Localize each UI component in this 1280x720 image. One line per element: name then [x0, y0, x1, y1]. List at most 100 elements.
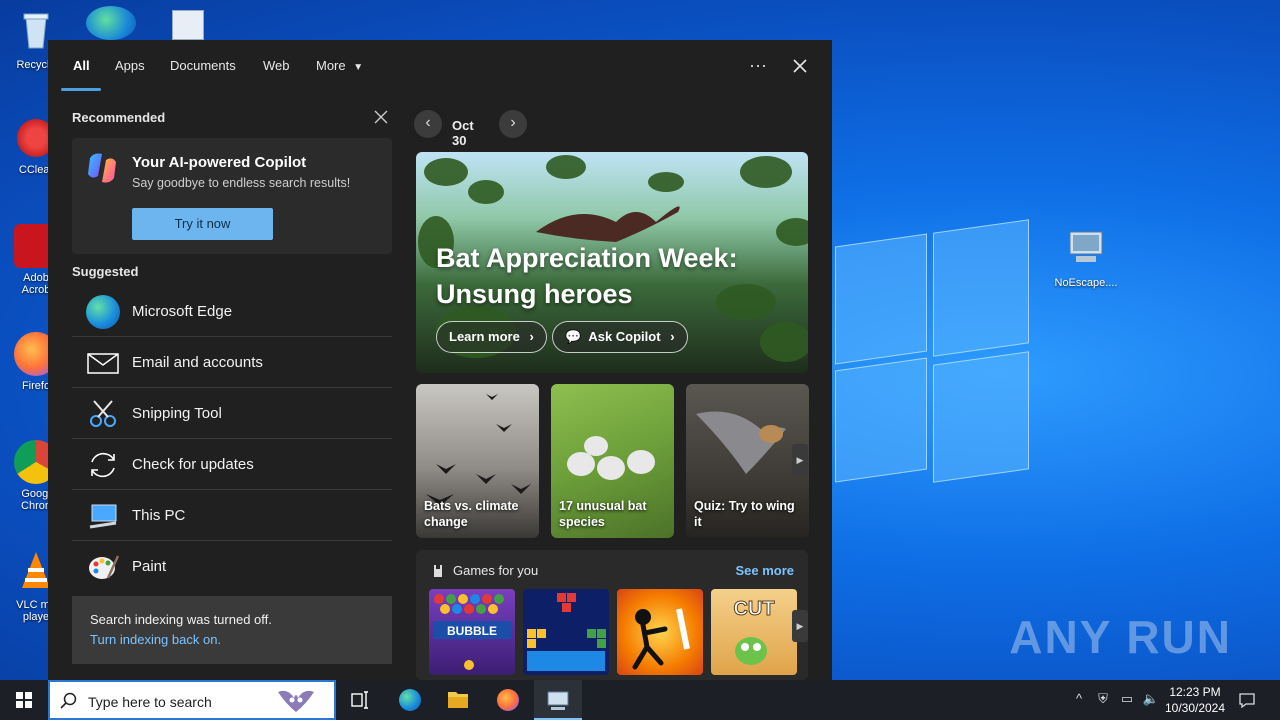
suggested-title: Suggested — [72, 264, 139, 279]
paint-icon — [89, 555, 120, 579]
taskbar: Type here to search ^ ⛨ ▭ 🔈 12:23 PM 10/… — [0, 680, 1280, 720]
refresh-icon — [91, 452, 115, 478]
taskbar-noescape[interactable] — [534, 680, 582, 720]
copilot-card-title: Your AI-powered Copilot — [132, 154, 307, 171]
suggested-list: Microsoft Edge Email and accounts Snippi… — [72, 286, 392, 592]
games-icon — [434, 565, 442, 577]
game-block-puzzle[interactable] — [523, 589, 609, 675]
notifications-icon[interactable] — [1238, 691, 1256, 709]
card-quiz[interactable]: Quiz: Try to wing it — [686, 384, 809, 538]
edge-icon — [86, 295, 120, 329]
next-day-button[interactable]: › — [499, 110, 527, 138]
file-desktop-icon[interactable] — [172, 10, 204, 40]
anyrun-watermark: ANY RUN — [1009, 611, 1232, 663]
cut-the-rope-thumbnail: CUT — [733, 598, 775, 665]
snipping-tool-icon — [90, 400, 116, 427]
hero-card[interactable]: Bat Appreciation Week: Unsung heroes Lea… — [416, 152, 808, 373]
game-stickman[interactable] — [617, 589, 703, 675]
left-column: Recommended Your AI-powered Copilot Say … — [72, 110, 392, 664]
computer-shortcut-icon — [547, 691, 569, 710]
network-icon[interactable]: ▭ — [1118, 691, 1136, 709]
highlight-cards: Bats vs. climate change 17 unusual bat s… — [416, 384, 809, 538]
highlight-date: Oct 30 — [452, 118, 474, 148]
game-bubble-shooter[interactable]: BUBBLE — [429, 589, 515, 675]
search-placeholder: Type here to search — [88, 694, 212, 710]
this-pc-icon — [89, 504, 117, 529]
recommended-close-icon[interactable] — [374, 110, 392, 128]
cards-next-arrow[interactable]: ▶ — [792, 444, 808, 476]
suggested-item-snipping-tool[interactable]: Snipping Tool — [72, 388, 392, 439]
hero-title: Bat Appreciation Week: Unsung heroes — [436, 243, 738, 309]
card-unusual-bats[interactable]: 17 unusual bat species — [551, 384, 674, 538]
suggested-item-this-pc[interactable]: This PC — [72, 490, 392, 541]
ask-copilot-button[interactable]: 💬 Ask Copilot › — [552, 321, 688, 353]
task-view-button[interactable] — [336, 680, 384, 720]
tab-documents[interactable]: Documents — [170, 58, 236, 73]
card-bats-climate[interactable]: Bats vs. climate change — [416, 384, 539, 538]
suggested-item-paint[interactable]: Paint — [72, 541, 392, 592]
see-more-link[interactable]: See more — [735, 563, 794, 578]
close-icon[interactable] — [788, 54, 812, 78]
taskbar-file-explorer[interactable] — [434, 680, 482, 720]
learn-more-label: Learn more — [449, 329, 520, 344]
suggested-item-check-updates[interactable]: Check for updates — [72, 439, 392, 490]
tab-all[interactable]: All — [73, 58, 90, 73]
clock-time: 12:23 PM — [1169, 685, 1221, 699]
bubble-shooter-thumbnail: BUBBLE — [433, 594, 511, 670]
copilot-card-subtitle: Say goodbye to endless search results! — [132, 176, 351, 190]
svg-text:CUT: CUT — [733, 598, 774, 620]
suggested-item-label: Paint — [132, 558, 167, 575]
windows-logo-wallpaper — [835, 219, 1030, 483]
game-cut-the-rope[interactable]: CUT — [711, 589, 797, 675]
indexing-message: Search indexing was turned off. — [90, 612, 272, 627]
copilot-logo-icon — [88, 153, 116, 183]
suggested-item-email-accounts[interactable]: Email and accounts — [72, 337, 392, 388]
taskbar-search-box[interactable]: Type here to search — [48, 680, 336, 720]
chevron-right-icon: › — [529, 329, 534, 344]
more-options-icon[interactable]: ··· — [746, 54, 770, 78]
card-caption: 17 unusual bat species — [559, 499, 647, 529]
copilot-card: Your AI-powered Copilot Say goodbye to e… — [72, 138, 392, 254]
desktop-icon-noescape[interactable]: NoEscape.... — [1050, 226, 1122, 289]
try-it-now-button[interactable]: Try it now — [132, 208, 273, 240]
suggested-item-microsoft-edge[interactable]: Microsoft Edge — [72, 286, 392, 337]
previous-day-button[interactable]: ‹ — [414, 110, 442, 138]
suggested-item-label: Snipping Tool — [132, 405, 222, 422]
suggested-item-label: Email and accounts — [132, 354, 263, 371]
computer-shortcut-icon — [1069, 231, 1103, 262]
task-view-icon — [351, 691, 368, 709]
edge-icon — [399, 689, 421, 711]
taskbar-edge[interactable] — [386, 680, 434, 720]
games-next-arrow[interactable]: ▶ — [792, 610, 808, 642]
card-caption: Bats vs. climate change — [424, 499, 519, 529]
tab-web[interactable]: Web — [263, 58, 290, 73]
svg-text:BUBBLE: BUBBLE — [447, 624, 497, 638]
folder-icon — [448, 692, 468, 708]
card-caption: Quiz: Try to wing it — [694, 499, 795, 529]
search-icon — [60, 692, 77, 709]
edge-desktop-icon[interactable] — [86, 6, 136, 40]
games-section: Games for you See more BUBBLE CUT ▶ — [416, 550, 808, 680]
chat-bubble-icon: 💬 — [565, 329, 582, 344]
taskbar-clock[interactable]: 12:23 PM 10/30/2024 — [1158, 684, 1232, 716]
stickman-thumbnail — [632, 608, 690, 670]
learn-more-button[interactable]: Learn more › — [436, 321, 547, 353]
firefox-icon — [497, 689, 519, 711]
mail-icon — [87, 353, 119, 374]
indexing-notice: Search indexing was turned off. Turn ind… — [72, 596, 392, 664]
taskbar-firefox[interactable] — [484, 680, 532, 720]
search-highlight-bat-icon — [278, 690, 314, 712]
suggested-item-label: Check for updates — [132, 456, 254, 473]
ask-copilot-label: Ask Copilot — [588, 329, 661, 344]
windows-start-icon — [16, 692, 32, 708]
active-tab-indicator — [61, 88, 101, 91]
show-hidden-icons-chevron[interactable]: ^ — [1070, 691, 1088, 709]
tab-apps[interactable]: Apps — [115, 58, 145, 73]
tab-more-label: More — [316, 58, 346, 73]
security-tray-icon[interactable]: ⛨ — [1094, 691, 1112, 709]
games-title: Games for you — [453, 563, 539, 578]
turn-indexing-on-link[interactable]: Turn indexing back on. — [90, 632, 221, 647]
tab-more[interactable]: More ▼ — [316, 58, 363, 73]
chevron-down-icon: ▼ — [353, 62, 364, 73]
start-button[interactable] — [0, 680, 48, 720]
